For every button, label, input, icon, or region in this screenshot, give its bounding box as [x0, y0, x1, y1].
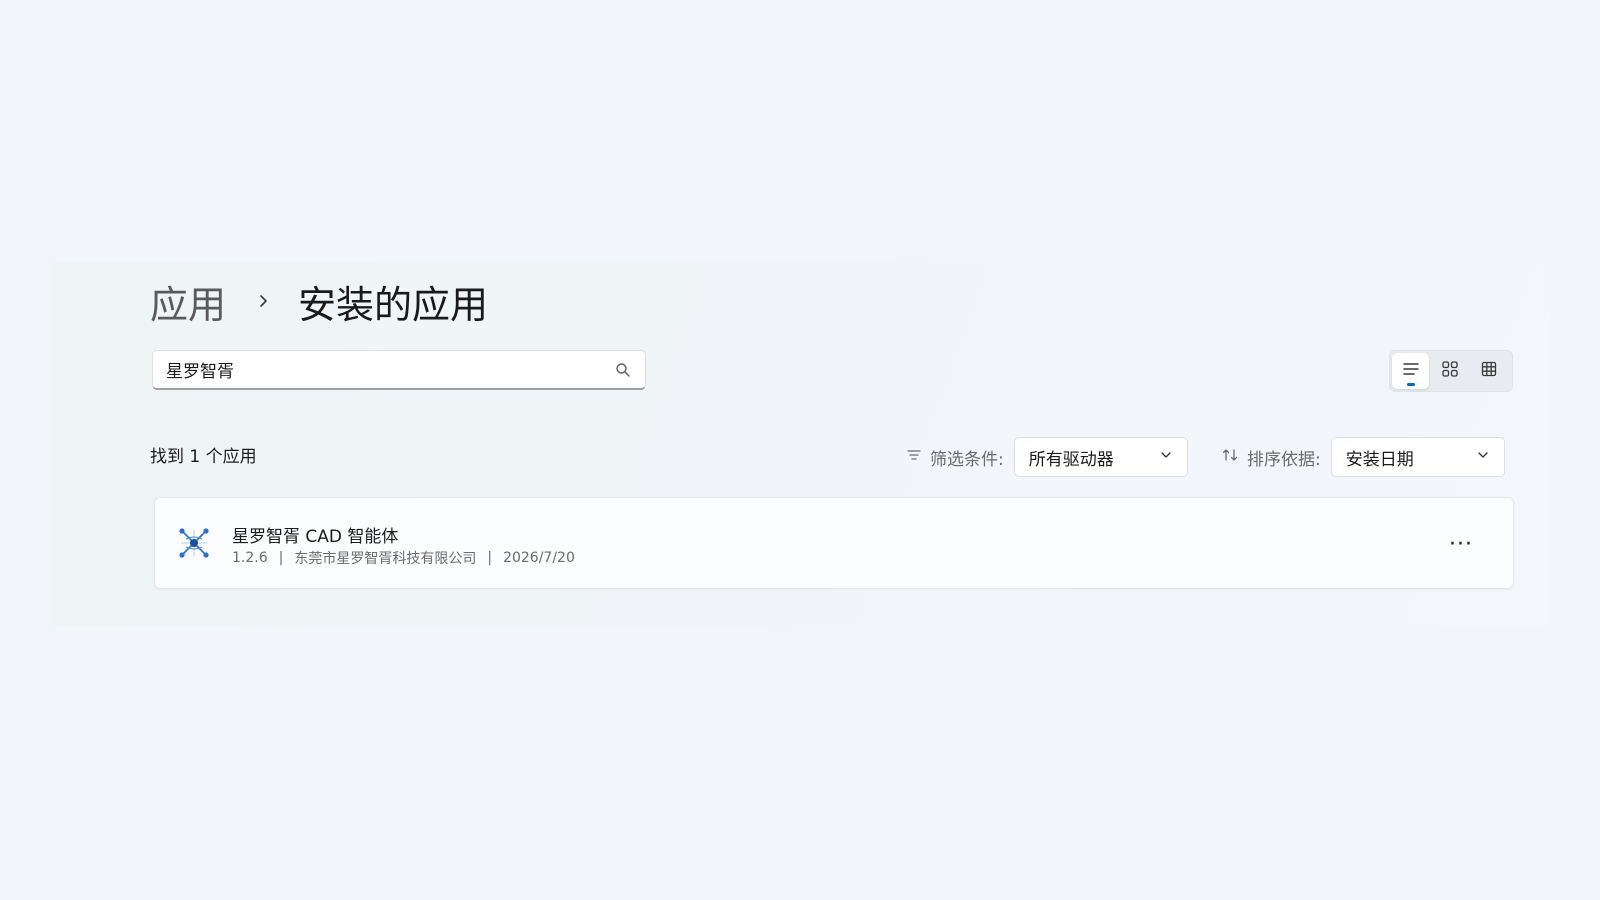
search-icon[interactable]: [613, 360, 633, 380]
breadcrumb-apps-link[interactable]: 应用: [150, 274, 226, 329]
chevron-right-icon: [252, 289, 276, 313]
tile-view-button[interactable]: [1431, 353, 1468, 389]
sort-dropdown[interactable]: 安装日期: [1330, 437, 1505, 477]
page-title: 安装的应用: [298, 282, 489, 327]
search-input[interactable]: [153, 350, 613, 389]
chevron-down-icon: [1476, 447, 1490, 467]
list-view-button[interactable]: [1392, 353, 1430, 389]
app-publisher: 东莞市星罗智胥科技有限公司: [294, 551, 477, 567]
filter-label: 筛选条件:: [930, 449, 1004, 470]
app-install-date: 2026/7/20: [503, 550, 575, 566]
drive-filter-value: 所有驱动器: [1028, 449, 1114, 470]
app-name: 星罗智胥 CAD 智能体: [232, 527, 399, 547]
filter-icon: [906, 447, 922, 467]
sort-group: 排序依据: 安装日期: [1221, 437, 1505, 477]
sort-value: 安装日期: [1345, 449, 1414, 470]
more-options-button[interactable]: ···: [1445, 528, 1477, 560]
sort-icon: [1221, 447, 1239, 467]
filter-group: 筛选条件: 所有驱动器: [906, 437, 1188, 477]
meta-separator: |: [487, 550, 493, 566]
chevron-down-icon: [1159, 447, 1173, 467]
app-logo-icon: [177, 526, 211, 560]
app-details: 1.2.6 | 东莞市星罗智胥科技有限公司 | 2026/7/20: [232, 548, 575, 568]
tile-view-icon: [1441, 360, 1459, 382]
list-view-icon: [1402, 360, 1420, 382]
app-list-item[interactable]: 星罗智胥 CAD 智能体 1.2.6 | 东莞市星罗智胥科技有限公司 | 202…: [154, 497, 1514, 589]
more-icon: ···: [1449, 531, 1473, 557]
sort-label: 排序依据:: [1247, 449, 1321, 470]
grid-view-button[interactable]: [1471, 353, 1508, 389]
view-mode-toggle: [1389, 350, 1513, 392]
results-count: 找到 1 个应用: [150, 447, 257, 467]
grid-view-icon: [1480, 360, 1498, 382]
breadcrumb: 应用 安装的应用: [150, 272, 488, 330]
meta-separator: |: [278, 550, 284, 566]
drive-filter-dropdown[interactable]: 所有驱动器: [1013, 437, 1188, 477]
app-version: 1.2.6: [232, 550, 268, 566]
search-box[interactable]: [152, 350, 646, 390]
